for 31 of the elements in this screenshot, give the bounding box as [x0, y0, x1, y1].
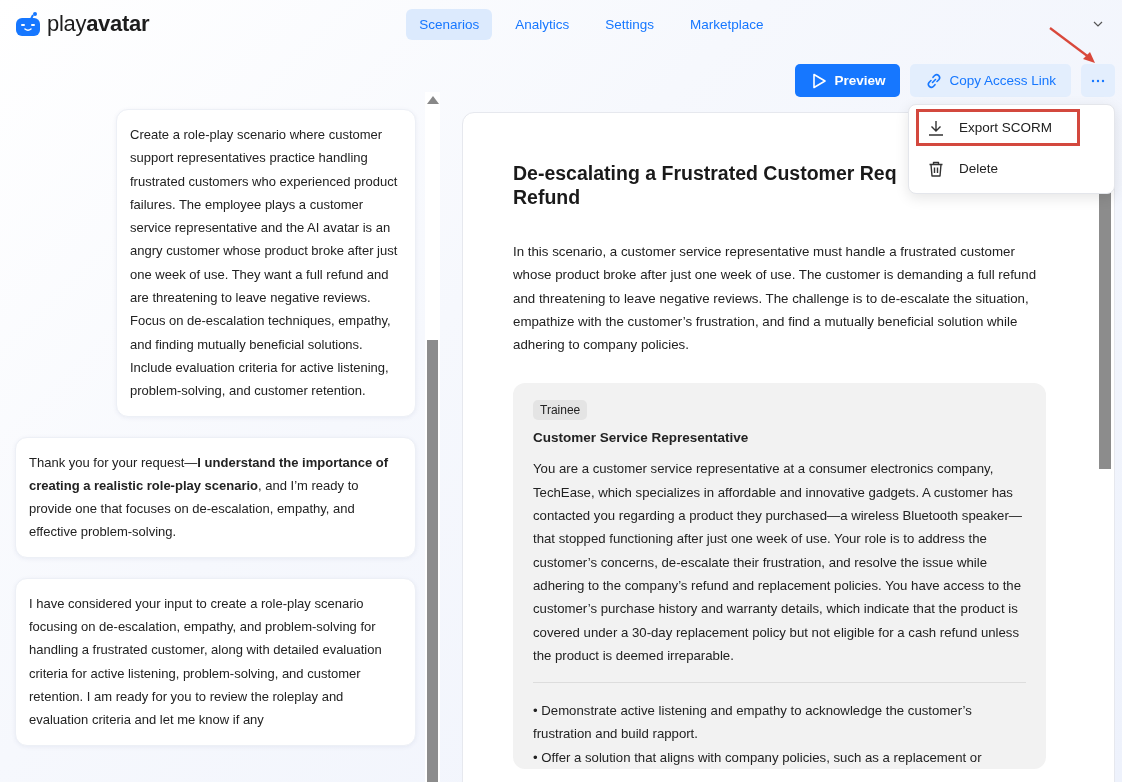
- chat-message: Thank you for your request—I understand the importance of creating a realistic role-play scenario, and I’m ready to provide one that focuses on de-escalation, empathy, and effective problem-solving.: [15, 436, 416, 558]
- nav-tab[interactable]: Settings: [592, 8, 668, 40]
- play-icon: [810, 71, 829, 90]
- objective-item: • Offer a solution that aligns with company policies, such as a replacement or: [533, 748, 983, 767]
- scenario-title: De-escalating a Frustrated Customer Req: [513, 161, 897, 185]
- annotation-arrow: [1048, 26, 1098, 66]
- preview-button[interactable]: Preview: [795, 64, 901, 97]
- chat-message: I have considered your input to create a role-play scenario focusing on de-escalation, empathy, and problem-solving for handling a frustrated customer, along with detailed evaluation criteria for active listening, problem-solving, and customer retention. I am ready for you to review the roleplay and evaluation criteria and let me know if any: [15, 577, 416, 746]
- scrollbar-thumb[interactable]: [427, 340, 438, 782]
- scroll-up-icon: [425, 95, 440, 105]
- chat-message: Create a role-play scenario where customer support representatives practice handling frustrated customers who experienced product failures. The employee plays a customer service representative and the AI avatar is an angry customer whose product broke after just one week of use. They want a full refund and are threatening to leave negative reviews. Focus on de-escalation techniques, empathy, and finding mutually beneficial solutions. Include evaluation criteria for active listening, problem-solving, and customer retention.: [116, 109, 416, 417]
- objective-item: • Demonstrate active listening and empathy to acknowledge the customer’s frustration and build rapport.: [533, 702, 973, 744]
- scenario-description: In this scenario, a customer service representative must handle a frustrated customer whose product broke after just one week of use. The customer is demanding a full refund and threatening to leave negative reviews. The challenge is to de-escalate the situation, empathize with the customer’s frustration, and find a mutually beneficial solution while adhering to company policies.: [513, 243, 1038, 355]
- trash-icon: [927, 159, 945, 178]
- role-brief: You are a customer service representative at a consumer electronics company, TechEase, which specializes in affordable and innovative gadgets. A customer has contacted you regarding a product they purchased—a wireless Bluetooth speaker—that stopped functioning after just one week of use. Your role is to address the customer’s concerns, de-escalate their frustration, and resolve the issue while adhering to the company’s refund and replacement policies. You have access to the customer’s purchase history and warranty details, which indicate that the product is covered under a 30-day replacement policy but not eligible for a cash refund unless the product is deemed irreparable.: [533, 460, 1023, 665]
- copy-link-button[interactable]: Copy Access Link: [910, 64, 1071, 97]
- menu-item[interactable]: Delete: [916, 150, 1080, 187]
- more-button[interactable]: [1081, 64, 1115, 97]
- brand-name: playavatar: [47, 11, 150, 37]
- nav-tab[interactable]: Analytics: [502, 8, 583, 40]
- scenario-title: Refund: [513, 185, 581, 209]
- chevron-down-icon: [1093, 21, 1103, 27]
- download-icon: [927, 118, 945, 137]
- nav-tab[interactable]: Scenarios: [406, 8, 493, 40]
- link-icon: [925, 71, 944, 90]
- role-tag: Trainee: [533, 400, 588, 421]
- more-icon: [1091, 78, 1105, 83]
- role-name: Customer Service Representative: [533, 430, 750, 446]
- robot-logo-icon: [15, 11, 41, 37]
- nav-tab[interactable]: Marketplace: [677, 8, 777, 40]
- menu-item[interactable]: Export SCORM: [916, 109, 1080, 146]
